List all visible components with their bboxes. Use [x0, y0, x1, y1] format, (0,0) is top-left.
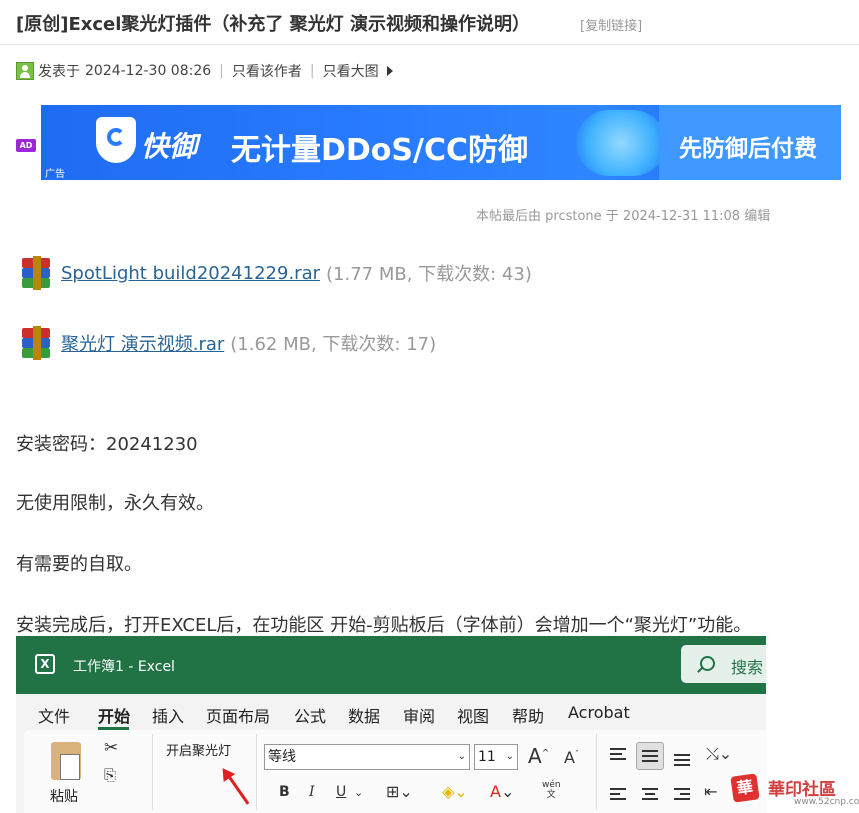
ad-slogan: 无计量DDoS/CC防御 — [231, 133, 529, 168]
excel-titlebar: X 工作簿1 - Excel 搜索 — [16, 636, 766, 694]
grow-font-icon: A — [528, 744, 542, 768]
title-divider — [0, 44, 859, 45]
watermark-url: www.52cnp.com — [794, 797, 859, 807]
posted-prefix: 发表于 — [38, 64, 80, 80]
last-edited-note: 本帖最后由 prcstone 于 2024-12-31 11:08 编辑 — [476, 209, 771, 224]
attachment-row: 聚光灯 演示视频.rar (1.62 MB, 下载次数: 17) — [16, 324, 436, 362]
align-center-icon[interactable] — [642, 788, 658, 803]
winrar-archive-icon — [16, 324, 56, 362]
attachment-info: (1.62 MB, 下载次数: 17) — [230, 334, 437, 355]
ad-cta-label: 先防御后付费 — [679, 136, 817, 162]
ribbon-divider — [596, 734, 597, 810]
decrease-indent-icon[interactable]: ⇤ — [704, 782, 717, 801]
tab-home[interactable]: 开始 — [98, 703, 130, 727]
ribbon-divider — [152, 734, 153, 810]
excel-search-label: 搜索 — [731, 658, 764, 677]
ad-cta[interactable]: 先防御后付费 — [659, 105, 841, 180]
tab-help[interactable]: 帮助 — [512, 703, 544, 727]
user-icon — [16, 62, 34, 80]
align-right-icon[interactable] — [674, 788, 690, 803]
phonetic-guide-icon[interactable]: wén 文 — [542, 780, 561, 800]
font-name-value: 等线 — [268, 749, 296, 765]
tab-acrobat[interactable]: Acrobat — [568, 703, 630, 722]
font-size-value: 11 — [478, 749, 496, 765]
ad-banner[interactable]: 快御 无计量DDoS/CC防御 先防御后付费 广告 — [41, 105, 841, 180]
ad-label: 广告 — [45, 169, 65, 180]
fill-color-icon[interactable]: ◈⌄ — [442, 782, 468, 801]
align-middle-button[interactable] — [636, 742, 664, 770]
borders-icon[interactable]: ⊞⌄ — [386, 782, 413, 801]
grow-font-button[interactable]: A^ — [528, 744, 549, 768]
bold-button[interactable]: B — [279, 784, 290, 800]
font-color-icon[interactable]: A⌄ — [490, 782, 514, 801]
ribbon-divider — [256, 734, 257, 810]
chevron-down-icon: ⌄ — [457, 751, 466, 762]
attachment-info: (1.77 MB, 下载次数: 43) — [326, 264, 532, 285]
tab-data[interactable]: 数据 — [348, 703, 380, 727]
attachment-row: SpotLight build20241229.rar (1.77 MB, 下载… — [16, 254, 532, 292]
posted-time: 2024-12-30 08:26 — [85, 63, 212, 79]
winrar-archive-icon — [16, 254, 56, 292]
only-images-link[interactable]: 只看大图 — [323, 61, 379, 81]
font-name-select[interactable]: 等线 ⌄ — [264, 744, 470, 770]
excel-logo-icon: X — [35, 654, 55, 674]
ad-brand: 快御 — [141, 130, 198, 163]
post-title: [原创]Excel聚光灯插件（补充了 聚光灯 演示视频和操作说明） — [16, 14, 530, 35]
copy-link[interactable]: [复制链接] — [580, 15, 642, 34]
tab-page-layout[interactable]: 页面布局 — [206, 703, 270, 727]
excel-search-box[interactable]: 搜索 — [681, 645, 766, 683]
tab-view[interactable]: 视图 — [457, 703, 489, 727]
search-icon — [700, 656, 715, 671]
meta-separator: | — [309, 63, 315, 79]
attachment-link[interactable]: 聚光灯 演示视频.rar — [61, 330, 224, 356]
align-left-icon[interactable] — [610, 788, 626, 803]
shrink-font-button[interactable]: Aˇ — [564, 748, 579, 767]
paste-button[interactable]: 粘贴 — [50, 786, 78, 806]
clipboard-paste-icon[interactable] — [51, 742, 81, 780]
play-triangle-icon[interactable] — [386, 66, 393, 76]
align-bottom-icon[interactable] — [674, 754, 690, 769]
scissors-icon[interactable]: ✂ — [104, 738, 118, 758]
instructions-text: 安装完成后，打开EXCEL后，在功能区 开始-剪贴板后（字体前）会增加一个“聚光… — [16, 615, 752, 636]
tab-formulas[interactable]: 公式 — [294, 703, 326, 727]
unlimited-text: 无使用限制，永久有效。 — [16, 493, 214, 514]
tab-insert[interactable]: 插入 — [152, 703, 184, 727]
cloud-shield-icon — [576, 110, 666, 176]
site-watermark: 華 華印社區 www.52cnp.com — [730, 773, 859, 813]
font-size-select[interactable]: 11 ⌄ — [474, 744, 518, 770]
italic-button[interactable]: I — [309, 784, 315, 800]
chevron-down-icon: ⌄ — [505, 751, 514, 762]
shield-logo-icon — [96, 117, 136, 163]
excel-ribbon-tabs: 文件 开始 插入 页面布局 公式 数据 审阅 视图 帮助 Acrobat — [16, 694, 766, 730]
tab-file[interactable]: 文件 — [38, 703, 70, 727]
only-author-link[interactable]: 只看该作者 — [232, 61, 302, 81]
excel-screenshot: X 工作簿1 - Excel 搜索 文件 开始 插入 页面布局 公式 数据 审阅… — [16, 636, 766, 813]
orientation-icon[interactable]: ⤯⌄ — [706, 744, 732, 764]
copy-icon[interactable]: ⎘ — [104, 766, 116, 784]
excel-window-title: 工作簿1 - Excel — [73, 659, 175, 675]
password-text: 安装密码：20241230 — [16, 434, 198, 455]
underline-button[interactable]: U — [336, 784, 346, 800]
spotlight-button[interactable]: 开启聚光灯 — [166, 740, 231, 759]
shrink-font-icon: A — [564, 748, 575, 767]
align-top-icon[interactable] — [610, 748, 626, 763]
tab-review[interactable]: 审阅 — [403, 703, 435, 727]
red-arrow-annotation — [224, 770, 250, 805]
meta-separator: | — [219, 63, 224, 79]
chevron-down-icon[interactable]: ⌄ — [354, 786, 363, 799]
phonetic-top: wén — [542, 780, 561, 790]
watermark-logo: 華 — [730, 773, 760, 803]
ad-badge: AD — [16, 139, 36, 152]
post-meta: 发表于 2024-12-30 08:26 | 只看该作者 | 只看大图 — [16, 61, 393, 81]
phonetic-bottom: 文 — [546, 790, 556, 800]
attachment-link[interactable]: SpotLight build20241229.rar — [61, 263, 320, 284]
excel-ribbon: 粘贴 ✂ ⎘ 开启聚光灯 等线 ⌄ 11 ⌄ A^ Aˇ ⤯⌄ B I U ⌄ ⊞⌄… — [24, 730, 766, 813]
take-text: 有需要的自取。 — [16, 554, 142, 575]
